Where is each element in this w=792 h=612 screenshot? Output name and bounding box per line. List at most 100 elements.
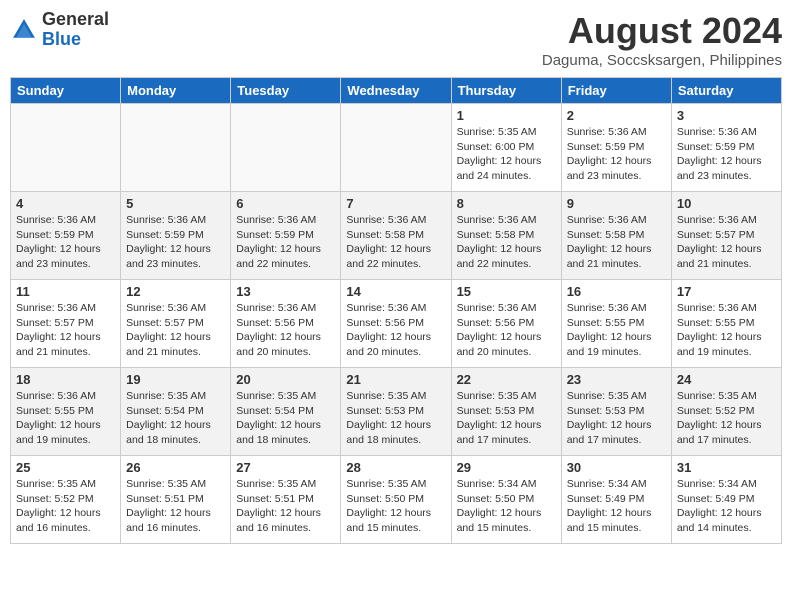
day-number: 23 [567, 372, 666, 387]
day-info: Sunrise: 5:34 AM Sunset: 5:50 PM Dayligh… [457, 477, 556, 536]
calendar-cell: 5 Sunrise: 5:36 AM Sunset: 5:59 PM Daylig… [121, 192, 231, 280]
day-info: Sunrise: 5:36 AM Sunset: 5:57 PM Dayligh… [126, 301, 225, 360]
calendar-cell: 24 Sunrise: 5:35 AM Sunset: 5:52 PM Dayli… [671, 368, 781, 456]
day-number: 27 [236, 460, 335, 475]
calendar-cell: 9Sunrise: 5:36 AM Sunset: 5:58 PM Daylig… [561, 192, 671, 280]
day-number: 25 [16, 460, 115, 475]
month-year-title: August 2024 [542, 10, 782, 52]
calendar-week-row: 11 Sunrise: 5:36 AM Sunset: 5:57 PM Dayli… [11, 280, 782, 368]
day-number: 17 [677, 284, 776, 299]
logo-general-text: General [42, 10, 109, 30]
day-info: Sunrise: 5:35 AM Sunset: 5:51 PM Dayligh… [236, 477, 335, 536]
weekday-header-thursday: Thursday [451, 78, 561, 104]
calendar-cell: 28 Sunrise: 5:35 AM Sunset: 5:50 PM Dayli… [341, 456, 451, 544]
day-number: 8 [457, 196, 556, 211]
day-number: 9 [567, 196, 666, 211]
calendar-cell: 22 Sunrise: 5:35 AM Sunset: 5:53 PM Dayli… [451, 368, 561, 456]
calendar-cell: 18Sunrise: 5:36 AM Sunset: 5:55 PM Dayli… [11, 368, 121, 456]
calendar-cell [231, 104, 341, 192]
day-number: 3 [677, 108, 776, 123]
day-info: Sunrise: 5:35 AM Sunset: 6:00 PM Dayligh… [457, 125, 556, 184]
calendar-cell: 12 Sunrise: 5:36 AM Sunset: 5:57 PM Dayli… [121, 280, 231, 368]
day-info: Sunrise: 5:35 AM Sunset: 5:53 PM Dayligh… [457, 389, 556, 448]
calendar-cell: 10 Sunrise: 5:36 AM Sunset: 5:57 PM Dayli… [671, 192, 781, 280]
calendar-cell: 16 Sunrise: 5:36 AM Sunset: 5:55 PM Dayli… [561, 280, 671, 368]
calendar-week-row: 25 Sunrise: 5:35 AM Sunset: 5:52 PM Dayli… [11, 456, 782, 544]
calendar-cell: 11 Sunrise: 5:36 AM Sunset: 5:57 PM Dayli… [11, 280, 121, 368]
calendar-cell: 14 Sunrise: 5:36 AM Sunset: 5:56 PM Dayli… [341, 280, 451, 368]
day-info: Sunrise: 5:36 AM Sunset: 5:58 PM Dayligh… [457, 213, 556, 272]
day-info: Sunrise: 5:34 AM Sunset: 5:49 PM Dayligh… [567, 477, 666, 536]
day-number: 22 [457, 372, 556, 387]
weekday-header-wednesday: Wednesday [341, 78, 451, 104]
day-number: 31 [677, 460, 776, 475]
calendar-cell: 4 Sunrise: 5:36 AM Sunset: 5:59 PM Daylig… [11, 192, 121, 280]
day-number: 24 [677, 372, 776, 387]
title-block: August 2024 Daguma, Soccsksargen, Philip… [542, 10, 782, 69]
calendar-week-row: 1Sunrise: 5:35 AM Sunset: 6:00 PM Daylig… [11, 104, 782, 192]
day-info: Sunrise: 5:36 AM Sunset: 5:57 PM Dayligh… [16, 301, 115, 360]
day-number: 4 [16, 196, 115, 211]
calendar-cell: 27 Sunrise: 5:35 AM Sunset: 5:51 PM Dayli… [231, 456, 341, 544]
day-info: Sunrise: 5:35 AM Sunset: 5:53 PM Dayligh… [346, 389, 445, 448]
day-info: Sunrise: 5:36 AM Sunset: 5:56 PM Dayligh… [346, 301, 445, 360]
day-info: Sunrise: 5:36 AM Sunset: 5:59 PM Dayligh… [126, 213, 225, 272]
calendar-cell [121, 104, 231, 192]
day-number: 15 [457, 284, 556, 299]
calendar-cell: 6 Sunrise: 5:36 AM Sunset: 5:59 PM Daylig… [231, 192, 341, 280]
day-number: 6 [236, 196, 335, 211]
day-info: Sunrise: 5:35 AM Sunset: 5:54 PM Dayligh… [126, 389, 225, 448]
calendar-week-row: 18Sunrise: 5:36 AM Sunset: 5:55 PM Dayli… [11, 368, 782, 456]
calendar-cell: 2Sunrise: 5:36 AM Sunset: 5:59 PM Daylig… [561, 104, 671, 192]
day-info: Sunrise: 5:35 AM Sunset: 5:54 PM Dayligh… [236, 389, 335, 448]
logo: General Blue [10, 10, 109, 50]
day-info: Sunrise: 5:35 AM Sunset: 5:50 PM Dayligh… [346, 477, 445, 536]
calendar-cell: 25 Sunrise: 5:35 AM Sunset: 5:52 PM Dayli… [11, 456, 121, 544]
calendar-cell: 29Sunrise: 5:34 AM Sunset: 5:50 PM Dayli… [451, 456, 561, 544]
day-info: Sunrise: 5:36 AM Sunset: 5:55 PM Dayligh… [677, 301, 776, 360]
day-number: 28 [346, 460, 445, 475]
calendar-cell: 21 Sunrise: 5:35 AM Sunset: 5:53 PM Dayli… [341, 368, 451, 456]
page-header: General Blue August 2024 Daguma, Soccsks… [10, 10, 782, 69]
calendar-cell: 23 Sunrise: 5:35 AM Sunset: 5:53 PM Dayli… [561, 368, 671, 456]
day-number: 5 [126, 196, 225, 211]
day-info: Sunrise: 5:36 AM Sunset: 5:59 PM Dayligh… [567, 125, 666, 184]
weekday-header-saturday: Saturday [671, 78, 781, 104]
day-number: 12 [126, 284, 225, 299]
day-info: Sunrise: 5:35 AM Sunset: 5:52 PM Dayligh… [16, 477, 115, 536]
calendar-cell: 30Sunrise: 5:34 AM Sunset: 5:49 PM Dayli… [561, 456, 671, 544]
weekday-header-sunday: Sunday [11, 78, 121, 104]
day-number: 18 [16, 372, 115, 387]
calendar-cell: 20 Sunrise: 5:35 AM Sunset: 5:54 PM Dayli… [231, 368, 341, 456]
day-info: Sunrise: 5:36 AM Sunset: 5:56 PM Dayligh… [457, 301, 556, 360]
weekday-header-friday: Friday [561, 78, 671, 104]
calendar-cell: 31Sunrise: 5:34 AM Sunset: 5:49 PM Dayli… [671, 456, 781, 544]
day-number: 21 [346, 372, 445, 387]
calendar-table: SundayMondayTuesdayWednesdayThursdayFrid… [10, 77, 782, 544]
day-info: Sunrise: 5:35 AM Sunset: 5:51 PM Dayligh… [126, 477, 225, 536]
day-number: 14 [346, 284, 445, 299]
day-info: Sunrise: 5:36 AM Sunset: 5:55 PM Dayligh… [567, 301, 666, 360]
day-info: Sunrise: 5:36 AM Sunset: 5:56 PM Dayligh… [236, 301, 335, 360]
calendar-cell [11, 104, 121, 192]
calendar-week-row: 4 Sunrise: 5:36 AM Sunset: 5:59 PM Daylig… [11, 192, 782, 280]
day-number: 20 [236, 372, 335, 387]
day-info: Sunrise: 5:36 AM Sunset: 5:59 PM Dayligh… [677, 125, 776, 184]
day-number: 19 [126, 372, 225, 387]
day-number: 7 [346, 196, 445, 211]
day-number: 10 [677, 196, 776, 211]
calendar-cell: 3 Sunrise: 5:36 AM Sunset: 5:59 PM Daylig… [671, 104, 781, 192]
day-number: 26 [126, 460, 225, 475]
weekday-header-tuesday: Tuesday [231, 78, 341, 104]
day-info: Sunrise: 5:36 AM Sunset: 5:59 PM Dayligh… [236, 213, 335, 272]
day-number: 11 [16, 284, 115, 299]
logo-blue-text: Blue [42, 30, 109, 50]
day-info: Sunrise: 5:36 AM Sunset: 5:59 PM Dayligh… [16, 213, 115, 272]
day-number: 16 [567, 284, 666, 299]
day-info: Sunrise: 5:35 AM Sunset: 5:53 PM Dayligh… [567, 389, 666, 448]
calendar-cell: 13Sunrise: 5:36 AM Sunset: 5:56 PM Dayli… [231, 280, 341, 368]
day-info: Sunrise: 5:35 AM Sunset: 5:52 PM Dayligh… [677, 389, 776, 448]
location-subtitle: Daguma, Soccsksargen, Philippines [542, 52, 782, 69]
day-info: Sunrise: 5:36 AM Sunset: 5:57 PM Dayligh… [677, 213, 776, 272]
logo-icon [10, 16, 38, 44]
